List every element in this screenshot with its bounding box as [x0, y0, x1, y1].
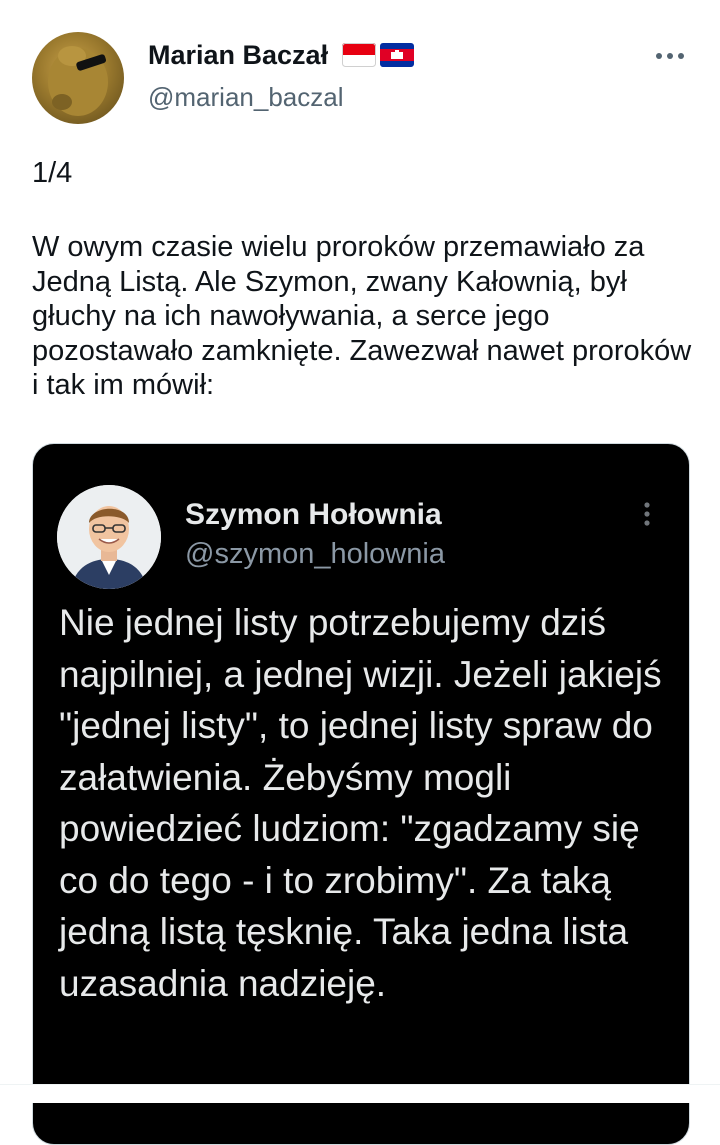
author-name[interactable]: Marian Baczał: [148, 40, 328, 71]
more-vertical-icon: [633, 500, 661, 532]
quoted-author-name[interactable]: Szymon Hołownia: [185, 498, 442, 532]
tweet-body: W owym czasie wielu proroków przemawiało…: [32, 231, 692, 401]
more-horizontal-icon[interactable]: [652, 40, 692, 72]
quoted-avatar-image: [57, 485, 161, 589]
tweet-text: 1/4 W owym czasie wielu proroków przemaw…: [32, 152, 692, 403]
quoted-author-handle[interactable]: @szymon_holownia: [185, 538, 445, 571]
quoted-tweet[interactable]: Szymon Hołownia @szymon_holownia Nie jed…: [32, 443, 690, 1145]
cambodia-flag-icon: [380, 43, 414, 67]
quoted-author-avatar[interactable]: [57, 485, 161, 589]
bottom-divider: [0, 1084, 720, 1103]
author-flags: [342, 43, 414, 67]
quoted-tweet-body: Nie jednej listy potrzebujemy dziś najpi…: [59, 602, 662, 1004]
author-handle[interactable]: @marian_baczal: [148, 82, 343, 113]
author-avatar[interactable]: [32, 32, 124, 124]
avatar-image: [48, 46, 108, 116]
indonesia-flag-icon: [342, 43, 376, 67]
thread-counter: 1/4: [32, 157, 73, 189]
